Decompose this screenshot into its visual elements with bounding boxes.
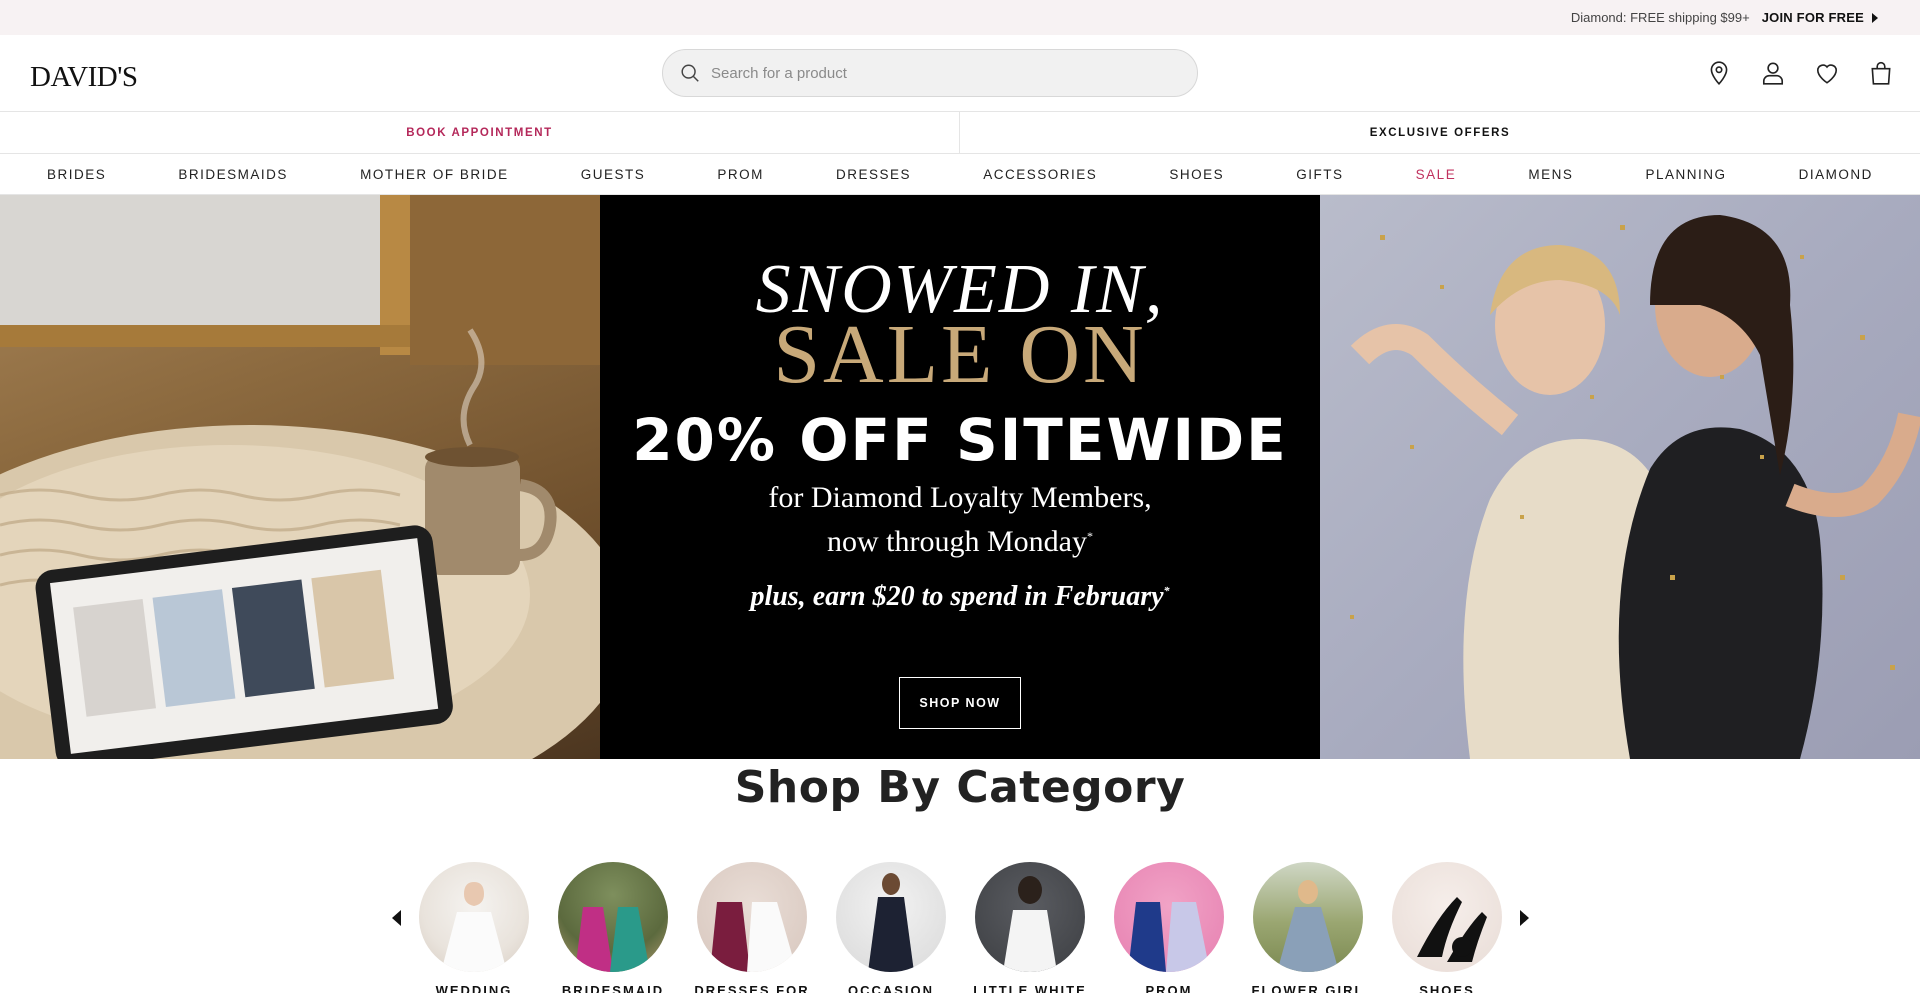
asterisk: *: [1163, 583, 1170, 598]
search-icon: [681, 64, 699, 82]
nav-item-bridesmaids[interactable]: BRIDESMAIDS: [178, 167, 288, 182]
hero-headline-line2: SALE ON: [773, 308, 1147, 401]
category-item-wedding[interactable]: WEDDING: [409, 862, 539, 993]
join-for-free-label: JOIN FOR FREE: [1761, 10, 1864, 25]
category-image-prom: [1114, 862, 1224, 972]
main-nav: BRIDES BRIDESMAIDS MOTHER OF BRIDE GUEST…: [0, 154, 1920, 195]
caret-right-icon: [1872, 12, 1878, 23]
category-label: WEDDING: [435, 983, 513, 993]
hero-image-celebration: [1320, 195, 1920, 759]
category-image-flower-girl: [1253, 862, 1363, 972]
nav-item-sale[interactable]: SALE: [1416, 167, 1457, 182]
nav-item-prom[interactable]: PROM: [717, 167, 764, 182]
hero-subtext-line1: for Diamond Loyalty Members,: [768, 481, 1152, 514]
hero-subtext-line2-wrap: now through Monday*: [600, 517, 1320, 561]
nav-item-mother-of-bride[interactable]: MOTHER OF BRIDE: [360, 167, 509, 182]
hero-banner[interactable]: SNOWED IN, SALE ON 20% OFF SITEWIDE for …: [0, 195, 1920, 759]
carousel-next-button[interactable]: [1516, 908, 1532, 928]
hero-subtext-line2: now through Monday: [827, 525, 1087, 558]
category-image-little-white: [975, 862, 1085, 972]
header-icons: [1706, 59, 1894, 87]
hero-bonus-wrap: plus, earn $20 to spend in February*: [600, 581, 1320, 613]
site-header: DAVID'S: [0, 35, 1920, 112]
hero-image-tablet-coffee: [0, 195, 600, 759]
caret-left-icon: [391, 910, 401, 926]
category-label: DRESSES FOR: [694, 983, 810, 993]
promo-bar: Diamond: FREE shipping $99+ JOIN FOR FRE…: [0, 0, 1920, 35]
category-image-bridesmaid: [558, 862, 668, 972]
hero-promo-panel: SNOWED IN, SALE ON 20% OFF SITEWIDE for …: [600, 195, 1320, 759]
category-image-dresses-for: [697, 862, 807, 972]
hero-bonus: plus, earn $20 to spend in February: [750, 581, 1164, 612]
search-bar[interactable]: [662, 49, 1198, 97]
nav-item-guests[interactable]: GUESTS: [581, 167, 646, 182]
carousel-prev-button[interactable]: [388, 908, 404, 928]
category-image-occasion: [836, 862, 946, 972]
nav-item-diamond[interactable]: DIAMOND: [1799, 167, 1873, 182]
shop-now-button[interactable]: SHOP NOW: [899, 677, 1021, 729]
category-image-wedding: [419, 862, 529, 972]
category-label: FLOWER GIRL: [1251, 983, 1365, 993]
nav-item-brides[interactable]: BRIDES: [47, 167, 106, 182]
hero-subtext: for Diamond Loyalty Members, now through…: [600, 479, 1320, 561]
category-label: PROM: [1145, 983, 1193, 993]
category-item-little-white[interactable]: LITTLE WHITE: [965, 862, 1095, 993]
asterisk: *: [1086, 529, 1093, 543]
join-for-free-link[interactable]: JOIN FOR FREE: [1762, 10, 1878, 25]
nav-item-shoes[interactable]: SHOES: [1169, 167, 1224, 182]
category-item-flower-girl[interactable]: FLOWER GIRL: [1243, 862, 1373, 993]
nav-item-accessories[interactable]: ACCESSORIES: [983, 167, 1097, 182]
user-icon[interactable]: [1760, 59, 1786, 87]
shopping-bag-icon[interactable]: [1868, 59, 1894, 87]
nav-item-planning[interactable]: PLANNING: [1646, 167, 1727, 182]
category-label: OCCASION: [847, 983, 935, 993]
category-item-prom[interactable]: PROM: [1104, 862, 1234, 993]
search-input[interactable]: [711, 64, 1171, 82]
exclusive-offers-link[interactable]: EXCLUSIVE OFFERS: [960, 112, 1920, 154]
category-item-dresses-for[interactable]: DRESSES FOR: [687, 862, 817, 993]
shop-by-category-title: Shop By Category: [734, 762, 1186, 813]
utility-bar: BOOK APPOINTMENT EXCLUSIVE OFFERS: [0, 112, 1920, 154]
category-item-shoes[interactable]: SHOES: [1382, 862, 1512, 993]
category-label: LITTLE WHITE: [973, 983, 1087, 993]
category-image-shoes: [1392, 862, 1502, 972]
nav-item-dresses[interactable]: DRESSES: [836, 167, 911, 182]
nav-item-gifts[interactable]: GIFTS: [1296, 167, 1343, 182]
category-carousel: WEDDING BRIDESMAID DRESSES FOR OCCASION …: [380, 860, 1540, 993]
logo[interactable]: DAVID'S: [30, 61, 138, 94]
category-label: BRIDESMAID: [561, 983, 665, 993]
location-pin-icon[interactable]: [1706, 59, 1732, 87]
hero-discount: 20% OFF SITEWIDE: [632, 406, 1288, 474]
promo-text: Diamond: FREE shipping $99+: [1570, 10, 1750, 25]
category-item-bridesmaid[interactable]: BRIDESMAID: [548, 862, 678, 993]
book-appointment-link[interactable]: BOOK APPOINTMENT: [0, 112, 960, 154]
nav-item-mens[interactable]: MENS: [1528, 167, 1573, 182]
heart-icon[interactable]: [1814, 59, 1840, 87]
caret-right-icon: [1519, 910, 1529, 926]
category-item-occasion[interactable]: OCCASION: [826, 862, 956, 993]
category-label: SHOES: [1419, 983, 1475, 993]
